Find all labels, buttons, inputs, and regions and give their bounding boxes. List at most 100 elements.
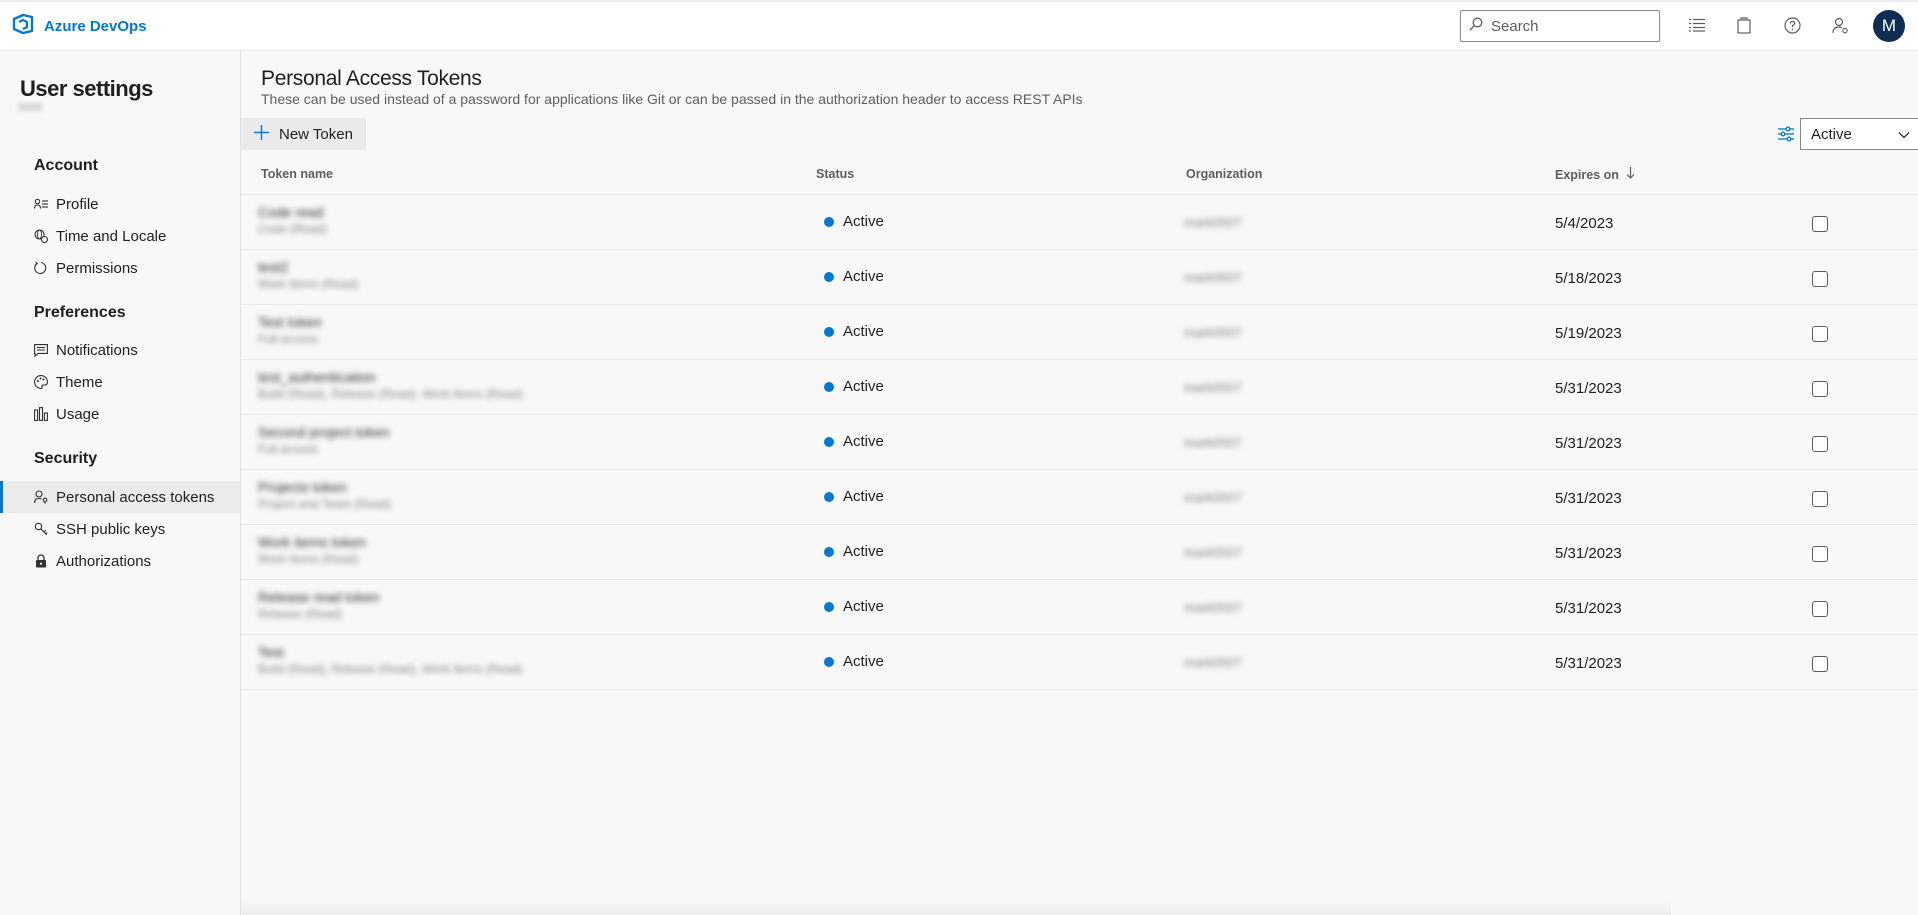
status-text: Active	[843, 488, 884, 505]
sidebar-title: User settings	[20, 76, 153, 101]
column-header-token-name[interactable]: Token name	[261, 167, 333, 181]
expires-date: 5/18/2023	[1555, 270, 1622, 287]
column-header-label: Expires on	[1555, 168, 1619, 182]
page-title: Personal Access Tokens	[261, 67, 482, 90]
table-row[interactable]: Code read Code (Read) Active mark0507 5/4/20…	[241, 195, 1918, 250]
sidebar-item-notifications[interactable]: Notifications	[0, 334, 240, 366]
profile-icon	[34, 197, 48, 211]
status-cell: Active	[824, 598, 884, 615]
table-row[interactable]: Release read token Release (Read) Active ma…	[241, 580, 1918, 635]
status-cell: Active	[824, 213, 884, 230]
brand[interactable]: Azure DevOps	[12, 13, 147, 40]
avatar[interactable]: M	[1873, 10, 1905, 42]
token-name[interactable]: Test token	[258, 314, 322, 330]
sidebar-item-theme[interactable]: Theme	[0, 366, 240, 398]
main-content: Personal Access Tokens These can be used…	[241, 51, 1918, 915]
status-filter-dropdown[interactable]: Active	[1800, 118, 1918, 150]
status-dot-icon	[824, 601, 834, 612]
column-header-organization[interactable]: Organization	[1186, 167, 1262, 181]
token-scope: Code (Read)	[258, 222, 327, 236]
sidebar-item-ssh-public-keys[interactable]: SSH public keys	[0, 513, 240, 545]
row-checkbox[interactable]	[1812, 436, 1828, 452]
status-cell: Active	[824, 323, 884, 340]
token-scope: Work Items (Read)	[258, 552, 359, 566]
notification-icon	[34, 343, 48, 357]
sidebar-item-personal-access-tokens[interactable]: Personal access tokens	[0, 481, 240, 513]
sidebar-item-usage[interactable]: Usage	[0, 398, 240, 430]
token-name[interactable]: Release read token	[258, 589, 379, 605]
row-checkbox[interactable]	[1812, 326, 1828, 342]
sidebar-item-label: SSH public keys	[56, 520, 166, 538]
sidebar: User settings Account Profile Time and L…	[0, 51, 241, 915]
search-icon	[1469, 17, 1483, 36]
table-row[interactable]: Test Build (Read), Release (Read), Work I…	[241, 635, 1918, 690]
status-cell: Active	[824, 378, 884, 395]
sidebar-item-label: Personal access tokens	[56, 488, 215, 506]
token-name[interactable]: Work items token	[258, 534, 366, 550]
organization: mark0507	[1184, 380, 1242, 395]
column-header-expires-on[interactable]: Expires on	[1555, 167, 1635, 182]
table-row[interactable]: Work items token Work Items (Read) Active m…	[241, 525, 1918, 580]
row-checkbox[interactable]	[1812, 656, 1828, 672]
table-row[interactable]: Projects token Project and Team (Read) Act…	[241, 470, 1918, 525]
token-name[interactable]: Second project token	[258, 424, 390, 440]
status-dot-icon	[824, 216, 834, 227]
column-header-status[interactable]: Status	[816, 167, 854, 181]
sidebar-item-time-and-locale[interactable]: Time and Locale	[0, 220, 240, 252]
expires-date: 5/19/2023	[1555, 325, 1622, 342]
list-icon[interactable]	[1686, 14, 1708, 36]
expires-date: 5/31/2023	[1555, 380, 1622, 397]
token-name[interactable]: Test	[258, 644, 284, 660]
token-name[interactable]: test2	[258, 259, 288, 275]
azure-devops-logo-icon	[12, 13, 34, 40]
table-row[interactable]: Second project token Full access Active mar…	[241, 415, 1918, 470]
table-row[interactable]: test2 Work Items (Read) Active mark0507 5/18…	[241, 250, 1918, 305]
token-name[interactable]: Projects token	[258, 479, 347, 495]
status-cell: Active	[824, 543, 884, 560]
sidebar-item-label: Permissions	[56, 259, 138, 277]
organization: mark0507	[1184, 600, 1242, 615]
status-cell: Active	[824, 268, 884, 285]
sidebar-item-permissions[interactable]: Permissions	[0, 252, 240, 284]
row-checkbox[interactable]	[1812, 546, 1828, 562]
token-name[interactable]: Code read	[258, 204, 323, 220]
sidebar-item-authorizations[interactable]: Authorizations	[0, 545, 240, 577]
filter-icon[interactable]	[1777, 125, 1795, 143]
expires-date: 5/31/2023	[1555, 600, 1622, 617]
status-dot-icon	[824, 326, 834, 337]
status-dot-icon	[824, 436, 834, 447]
status-filter-value: Active	[1811, 125, 1852, 143]
help-icon[interactable]	[1781, 14, 1803, 36]
shopping-bag-icon[interactable]	[1733, 14, 1755, 36]
lock-icon	[34, 554, 48, 568]
search-box[interactable]: Search	[1460, 10, 1660, 42]
row-checkbox[interactable]	[1812, 216, 1828, 232]
user-settings-icon[interactable]	[1829, 14, 1851, 36]
row-checkbox[interactable]	[1812, 601, 1828, 617]
row-checkbox[interactable]	[1812, 381, 1828, 397]
usage-icon	[34, 407, 48, 421]
sidebar-item-label: Usage	[56, 405, 100, 423]
status-dot-icon	[824, 491, 834, 502]
status-dot-icon	[824, 381, 834, 392]
new-token-button[interactable]: New Token	[241, 118, 366, 150]
status-text: Active	[843, 323, 884, 340]
row-checkbox[interactable]	[1812, 271, 1828, 287]
status-text: Active	[843, 268, 884, 285]
table-row[interactable]: Test token Full access Active mark0507 5/19/…	[241, 305, 1918, 360]
token-scope: Full access	[258, 442, 319, 456]
row-checkbox[interactable]	[1812, 491, 1828, 507]
section-heading-account: Account	[34, 157, 98, 174]
table-row[interactable]: test_authentication Build (Read), Release…	[241, 360, 1918, 415]
expires-date: 5/31/2023	[1555, 655, 1622, 672]
search-input[interactable]: Search	[1491, 18, 1539, 35]
expires-date: 5/31/2023	[1555, 435, 1622, 452]
user-subtitle-redacted	[18, 103, 42, 111]
token-scope: Full access	[258, 332, 319, 346]
organization: mark0507	[1184, 655, 1242, 670]
status-cell: Active	[824, 653, 884, 670]
token-name[interactable]: test_authentication	[258, 369, 376, 385]
status-dot-icon	[824, 546, 834, 557]
sort-descending-icon	[1626, 167, 1635, 182]
sidebar-item-profile[interactable]: Profile	[0, 188, 240, 220]
